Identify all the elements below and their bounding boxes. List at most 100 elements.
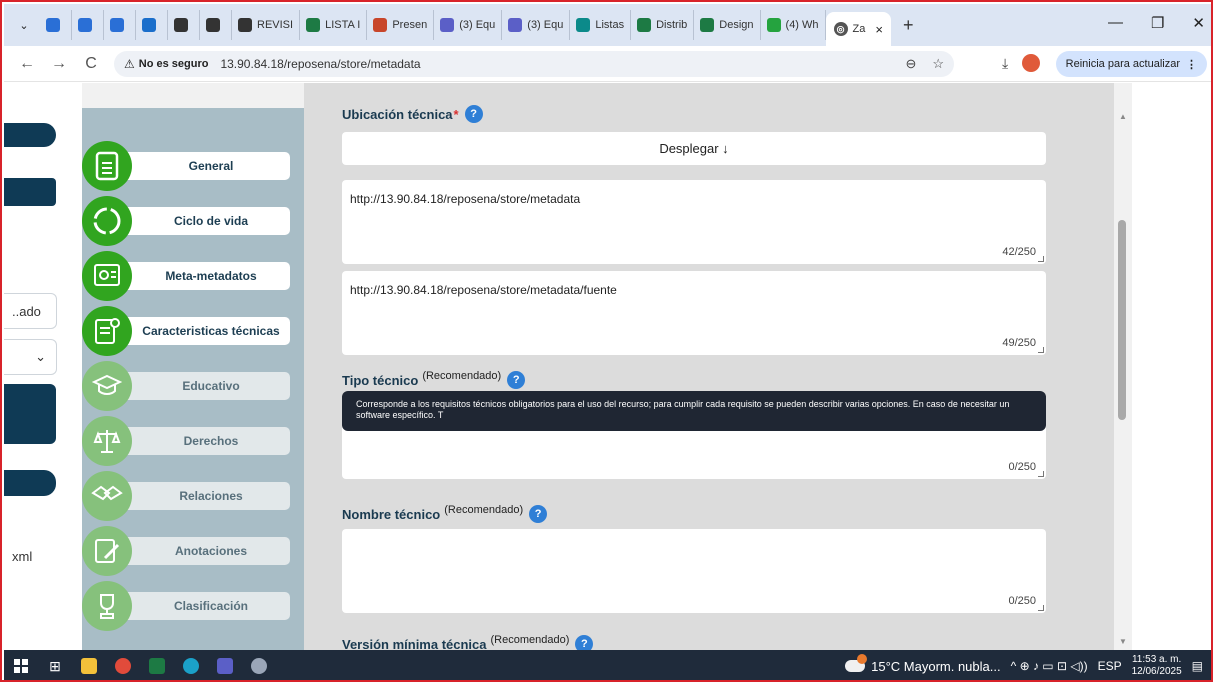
sidebar-item[interactable]: Caracteristicas técnicas	[82, 306, 304, 358]
ubicacion-textarea-2[interactable]: http://13.90.84.18/reposena/store/metada…	[342, 271, 1046, 355]
scroll-up-icon[interactable]: ▲	[1119, 112, 1127, 121]
teams-icon[interactable]	[208, 650, 242, 680]
windows-start-icon[interactable]	[4, 650, 38, 680]
sidebar-item-label[interactable]: Clasificación	[112, 592, 290, 620]
menu-kebab-icon[interactable]: ⋮	[1186, 58, 1197, 71]
resize-grip-icon[interactable]	[1038, 347, 1044, 353]
partial-select[interactable]: ⌄	[4, 339, 57, 375]
document-icon[interactable]	[82, 141, 132, 191]
sidebar-item[interactable]: General	[82, 141, 304, 193]
chrome-icon[interactable]	[106, 650, 140, 680]
update-button[interactable]: Reinicia para actualizar ⋮	[1055, 51, 1207, 77]
cycle-icon[interactable]	[82, 196, 132, 246]
profile-avatar[interactable]	[1022, 54, 1041, 72]
weather-widget[interactable]: 15°C Mayorm. nubla...	[845, 654, 1001, 674]
deploy-button[interactable]: Desplegar ↓	[342, 132, 1046, 165]
certificate-icon[interactable]	[82, 251, 132, 301]
sidebar-item-label[interactable]: Ciclo de vida	[112, 207, 290, 235]
paint-icon[interactable]	[242, 650, 276, 680]
browser-tab[interactable]: Presen	[367, 10, 435, 40]
url-text[interactable]: 13.90.84.18/reposena/store/metadata	[220, 57, 420, 71]
minimize-button[interactable]: —	[1108, 14, 1123, 32]
sidebar-item-label[interactable]: Educativo	[112, 372, 290, 400]
resize-grip-icon[interactable]	[1038, 256, 1044, 262]
browser-tab[interactable]: Design	[694, 10, 761, 40]
ubicacion-textarea-1[interactable]: http://13.90.84.18/reposena/store/metada…	[342, 180, 1046, 264]
security-label[interactable]: No es seguro	[139, 58, 209, 70]
browser-tab[interactable]: Listas	[570, 10, 632, 40]
sidebar-item[interactable]: Meta-metadatos	[82, 251, 304, 303]
close-tab-icon[interactable]: ×	[875, 22, 883, 37]
browser-tab[interactable]: Distrib	[631, 10, 695, 40]
sidebar-item-label[interactable]: Anotaciones	[112, 537, 290, 565]
cloud-icon	[142, 18, 156, 32]
sidebar-item[interactable]: Derechos	[82, 416, 304, 468]
partial-button[interactable]	[4, 123, 56, 147]
g-icon	[174, 18, 188, 32]
sidebar-item[interactable]: Educativo	[82, 361, 304, 413]
browser-tab[interactable]	[72, 10, 104, 40]
browser-tab[interactable]	[136, 10, 168, 40]
sidebar-item[interactable]: Anotaciones	[82, 526, 304, 578]
browser-tab[interactable]: (3) Equ	[502, 10, 571, 40]
browser-tab[interactable]	[104, 10, 136, 40]
sidebar-item-label[interactable]: Derechos	[112, 427, 290, 455]
help-icon[interactable]: ?	[575, 635, 594, 650]
address-bar[interactable]: ⚠ No es seguro 13.90.84.18/reposena/stor…	[114, 51, 954, 77]
sidebar-item-label[interactable]: Meta-metadatos	[112, 262, 290, 290]
edit-icon[interactable]	[82, 526, 132, 576]
scrollbar[interactable]: ▲ ▼	[1114, 108, 1132, 650]
clock[interactable]: 11:53 a. m. 12/06/2025	[1132, 654, 1182, 678]
help-icon[interactable]: ?	[507, 371, 526, 389]
warning-icon[interactable]: ⚠	[124, 57, 135, 71]
sidebar-item[interactable]: Relaciones	[82, 471, 304, 523]
new-tab-button[interactable]: +	[903, 15, 914, 36]
resize-grip-icon[interactable]	[1038, 471, 1044, 477]
help-icon[interactable]: ?	[529, 505, 548, 523]
restore-button[interactable]: ❐	[1151, 14, 1164, 32]
sidebar-item[interactable]: Clasificación	[82, 581, 304, 633]
handshake-icon[interactable]	[82, 471, 132, 521]
nombre-textarea[interactable]: 0/250	[342, 529, 1046, 613]
edge-icon[interactable]	[174, 650, 208, 680]
partial-button[interactable]	[4, 384, 56, 444]
sidebar-item-label[interactable]: General	[112, 152, 290, 180]
sidebar-item[interactable]: Ciclo de vida	[82, 196, 304, 248]
tech-doc-icon[interactable]	[82, 306, 132, 356]
partial-button[interactable]	[4, 470, 56, 496]
browser-tab[interactable]	[200, 10, 232, 40]
back-button[interactable]: ←	[18, 55, 36, 73]
excel-icon[interactable]	[140, 650, 174, 680]
tray-icons[interactable]: ^ ⊕ ♪ ▭ ⊡ ◁))	[1011, 659, 1088, 673]
zoom-icon[interactable]: ⊖	[905, 56, 916, 72]
trophy-icon[interactable]	[82, 581, 132, 631]
graduation-icon[interactable]	[82, 361, 132, 411]
browser-tab[interactable]: (4) Wh	[761, 10, 826, 40]
sidebar-item-label[interactable]: Caracteristicas técnicas	[112, 317, 290, 345]
partial-field[interactable]: ..ado	[4, 293, 57, 329]
browser-tab[interactable]: (3) Equ	[434, 10, 503, 40]
close-window-button[interactable]: ✕	[1192, 14, 1205, 32]
scrollbar-thumb[interactable]	[1118, 220, 1126, 420]
download-icon[interactable]: ⤓	[1002, 55, 1008, 72]
browser-tab[interactable]: LISTA I	[300, 10, 368, 40]
language-indicator[interactable]: ESP	[1098, 659, 1122, 673]
notifications-icon[interactable]: ▤	[1192, 659, 1203, 673]
browser-tab[interactable]	[168, 10, 200, 40]
bookmark-star-icon[interactable]: ☆	[932, 56, 944, 72]
sidebar-item-label[interactable]: Relaciones	[112, 482, 290, 510]
scales-icon[interactable]	[82, 416, 132, 466]
tab-search-chevron-icon[interactable]: ⌄	[12, 19, 36, 32]
scroll-down-icon[interactable]: ▼	[1119, 637, 1127, 646]
globe-icon: ◎	[833, 22, 848, 36]
task-view-icon[interactable]: ⊞	[38, 650, 72, 680]
partial-button[interactable]	[4, 178, 56, 206]
resize-grip-icon[interactable]	[1038, 605, 1044, 611]
forward-button[interactable]: →	[50, 55, 68, 73]
browser-tab[interactable]: REVISI	[232, 10, 301, 40]
help-icon[interactable]: ?	[464, 105, 483, 123]
reload-button[interactable]: C	[82, 55, 100, 73]
browser-tab[interactable]	[40, 10, 72, 40]
file-explorer-icon[interactable]	[72, 650, 106, 680]
active-tab[interactable]: ◎ Za ×	[825, 12, 891, 46]
